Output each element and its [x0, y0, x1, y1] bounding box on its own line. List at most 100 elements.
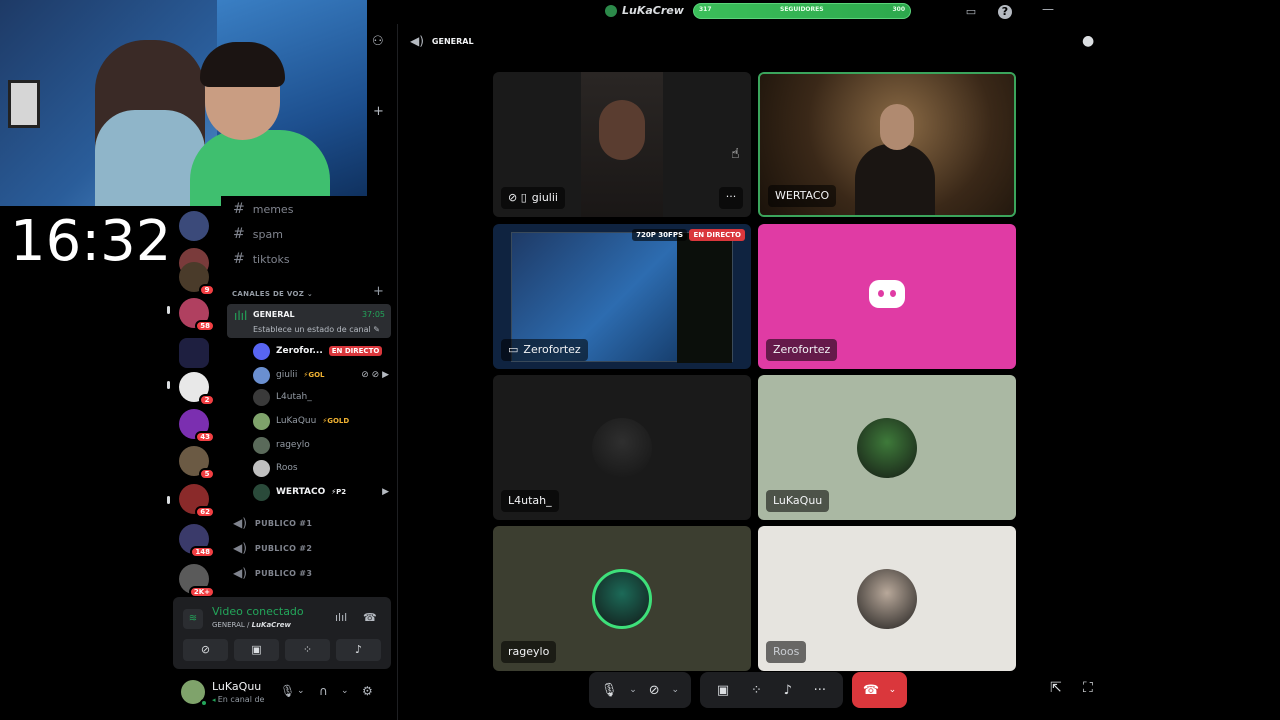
discord-logo-icon — [869, 280, 905, 308]
app-title: LuKaCrew — [605, 4, 684, 17]
voice-member[interactable]: Zerofor... EN DIRECTO — [253, 342, 383, 360]
followers-count-left: 317 — [699, 6, 712, 13]
avatar — [253, 388, 270, 406]
voice-location-channel: GENERAL — [212, 621, 245, 629]
signal-icon[interactable]: ≋ — [183, 609, 203, 629]
avatar — [253, 483, 270, 501]
fullscreen-icon[interactable]: ⛶ — [1083, 680, 1093, 696]
member-tag: ⚡GOLD — [322, 417, 350, 425]
disconnect-icon[interactable]: ☎ — [363, 611, 377, 624]
tile-more-options-icon[interactable]: ··· — [719, 187, 743, 209]
voice-location[interactable]: GENERAL / LuKaCrew — [212, 621, 291, 629]
voice-member[interactable]: WERTACO ⚡P2 — [253, 483, 346, 501]
unread-badge: 9 — [199, 284, 215, 296]
participant-name: WERTACO — [775, 189, 830, 202]
video-tile[interactable]: LuKaQuu — [758, 375, 1016, 520]
noise-suppression-icon[interactable]: ılıl — [335, 611, 347, 624]
member-name: LuKaQuu — [276, 416, 317, 426]
voice-status[interactable]: Video conectado — [212, 605, 304, 618]
voice-connected-panel: ≋ Video conectado GENERAL / LuKaCrew ılı… — [173, 597, 391, 669]
voice-member[interactable]: giulii ⚡GOL — [253, 366, 325, 384]
screen-share-icon: ▣ — [251, 643, 262, 656]
disconnect-call-button[interactable]: ☎ ⌄ — [852, 672, 907, 708]
followers-label: SEGUIDORES — [780, 6, 824, 13]
text-channel-memes[interactable]: # memes — [233, 201, 293, 217]
video-tile[interactable]: Roos — [758, 526, 1016, 671]
microphone-icon[interactable]: 🎙 — [280, 684, 295, 698]
face — [599, 100, 645, 160]
member-name: Zerofor... — [276, 346, 323, 356]
member-name: Roos — [276, 463, 298, 473]
server-icon[interactable] — [179, 211, 209, 241]
server-icon[interactable] — [179, 338, 209, 368]
minimize-button[interactable]: — — [1042, 2, 1054, 16]
mic-chevron-icon[interactable]: ⌄ — [629, 685, 637, 695]
camera-chevron-icon[interactable]: ⌄ — [671, 685, 679, 695]
activities-icon[interactable]: ⁘ — [751, 683, 762, 698]
participant-name: giulii — [531, 191, 558, 204]
video-tile[interactable]: 720P 30FPS EN DIRECTO ▭ Zerofortez — [493, 224, 751, 369]
activities-button[interactable]: ⁘ — [285, 639, 330, 661]
participant-label: ⊘ ▯ giulii — [501, 187, 565, 209]
inbox-icon[interactable]: ▭ — [964, 5, 978, 19]
voice-channel-publico-2[interactable]: ◀) PUBLICO #2 — [233, 541, 312, 555]
server-icon[interactable]: 43 — [179, 409, 215, 443]
add-server-plus-icon[interactable]: + — [373, 104, 384, 119]
toggle-camera-button[interactable]: ⊘ — [183, 639, 228, 661]
server-icon[interactable]: 9 — [179, 262, 215, 296]
create-channel-plus-icon[interactable]: + — [373, 284, 384, 299]
server-icon[interactable]: 2 — [179, 372, 215, 406]
channel-status-prompt[interactable]: Establece un estado de canal ✎ — [253, 325, 380, 334]
more-options-icon[interactable]: ··· — [814, 683, 826, 698]
add-friends-icon[interactable]: ⚇ — [372, 34, 384, 49]
participant-name: Roos — [773, 645, 800, 658]
participant-label: L4utah_ — [501, 490, 559, 512]
participant-name: L4utah_ — [508, 494, 552, 507]
help-icon[interactable]: ? — [998, 5, 1012, 19]
channel-title: GENERAL — [431, 36, 474, 46]
mic-options-chevron-icon[interactable]: ⌄ — [297, 686, 305, 696]
voice-channel-general[interactable]: ılıl GENERAL 37:05 Establece un estado d… — [227, 304, 391, 338]
popout-icon[interactable]: ⇱ — [1050, 680, 1062, 696]
voice-channel-publico-3[interactable]: ◀) PUBLICO #3 — [233, 566, 312, 580]
audio-options-chevron-icon[interactable]: ⌄ — [341, 686, 349, 696]
headphones-icon[interactable]: ∩ — [319, 684, 328, 698]
member-avatar — [592, 569, 652, 629]
voice-channel-publico-1[interactable]: ◀) PUBLICO #1 — [233, 516, 312, 530]
webcam-person-right — [190, 42, 330, 206]
server-icon[interactable]: 5 — [179, 446, 215, 480]
speaker-icon: ◀) — [233, 566, 247, 580]
video-tile[interactable]: L4utah_ — [493, 375, 751, 520]
channel-label: memes — [252, 202, 294, 216]
server-icon[interactable]: 148 — [179, 524, 215, 558]
text-channel-tiktoks[interactable]: # tiktoks — [233, 251, 290, 267]
speaker-icon: ◀) — [410, 34, 424, 48]
voice-member[interactable]: rageylo — [253, 436, 310, 454]
settings-gear-icon[interactable]: ⚙ — [362, 684, 373, 698]
voice-member[interactable]: LuKaQuu ⚡GOLD — [253, 412, 349, 430]
voice-member[interactable]: Roos — [253, 459, 298, 477]
participant-label: rageylo — [501, 641, 557, 663]
video-tile[interactable]: WERTACO — [758, 72, 1016, 217]
user-panel: LuKaQuu En canal de 🎙 ⌄ ∩ ⌄ ⚙ — [173, 671, 391, 720]
server-icon[interactable]: 58 — [179, 298, 215, 332]
soundboard-icon[interactable]: ♪ — [784, 683, 792, 698]
video-tile[interactable]: rageylo — [493, 526, 751, 671]
soundboard-button[interactable]: ♪ — [336, 639, 381, 661]
share-screen-button[interactable]: ▣ — [234, 639, 279, 661]
voice-category-header[interactable]: CANALES DE VOZ ⌄ — [232, 290, 313, 298]
chat-bubble-icon[interactable]: ● — [1082, 33, 1094, 49]
voice-member[interactable]: L4utah_ — [253, 388, 312, 406]
video-tile[interactable]: ⊘ ▯ giulii ··· ☝ — [493, 72, 751, 217]
server-icon[interactable]: 62 — [179, 484, 215, 518]
server-icon[interactable]: 2K+ — [179, 564, 215, 598]
user-name[interactable]: LuKaQuu — [212, 680, 261, 693]
text-channel-spam[interactable]: # spam — [233, 226, 283, 242]
camera-off-icon[interactable]: ⊘ — [649, 683, 660, 698]
screen-share-icon[interactable]: ▣ — [717, 683, 729, 698]
microphone-icon[interactable]: 🎙 — [601, 683, 618, 698]
live-badge: EN DIRECTO — [328, 346, 383, 356]
unread-badge: 62 — [195, 506, 215, 518]
unread-badge: 148 — [190, 546, 215, 558]
video-tile[interactable]: Zerofortez — [758, 224, 1016, 369]
